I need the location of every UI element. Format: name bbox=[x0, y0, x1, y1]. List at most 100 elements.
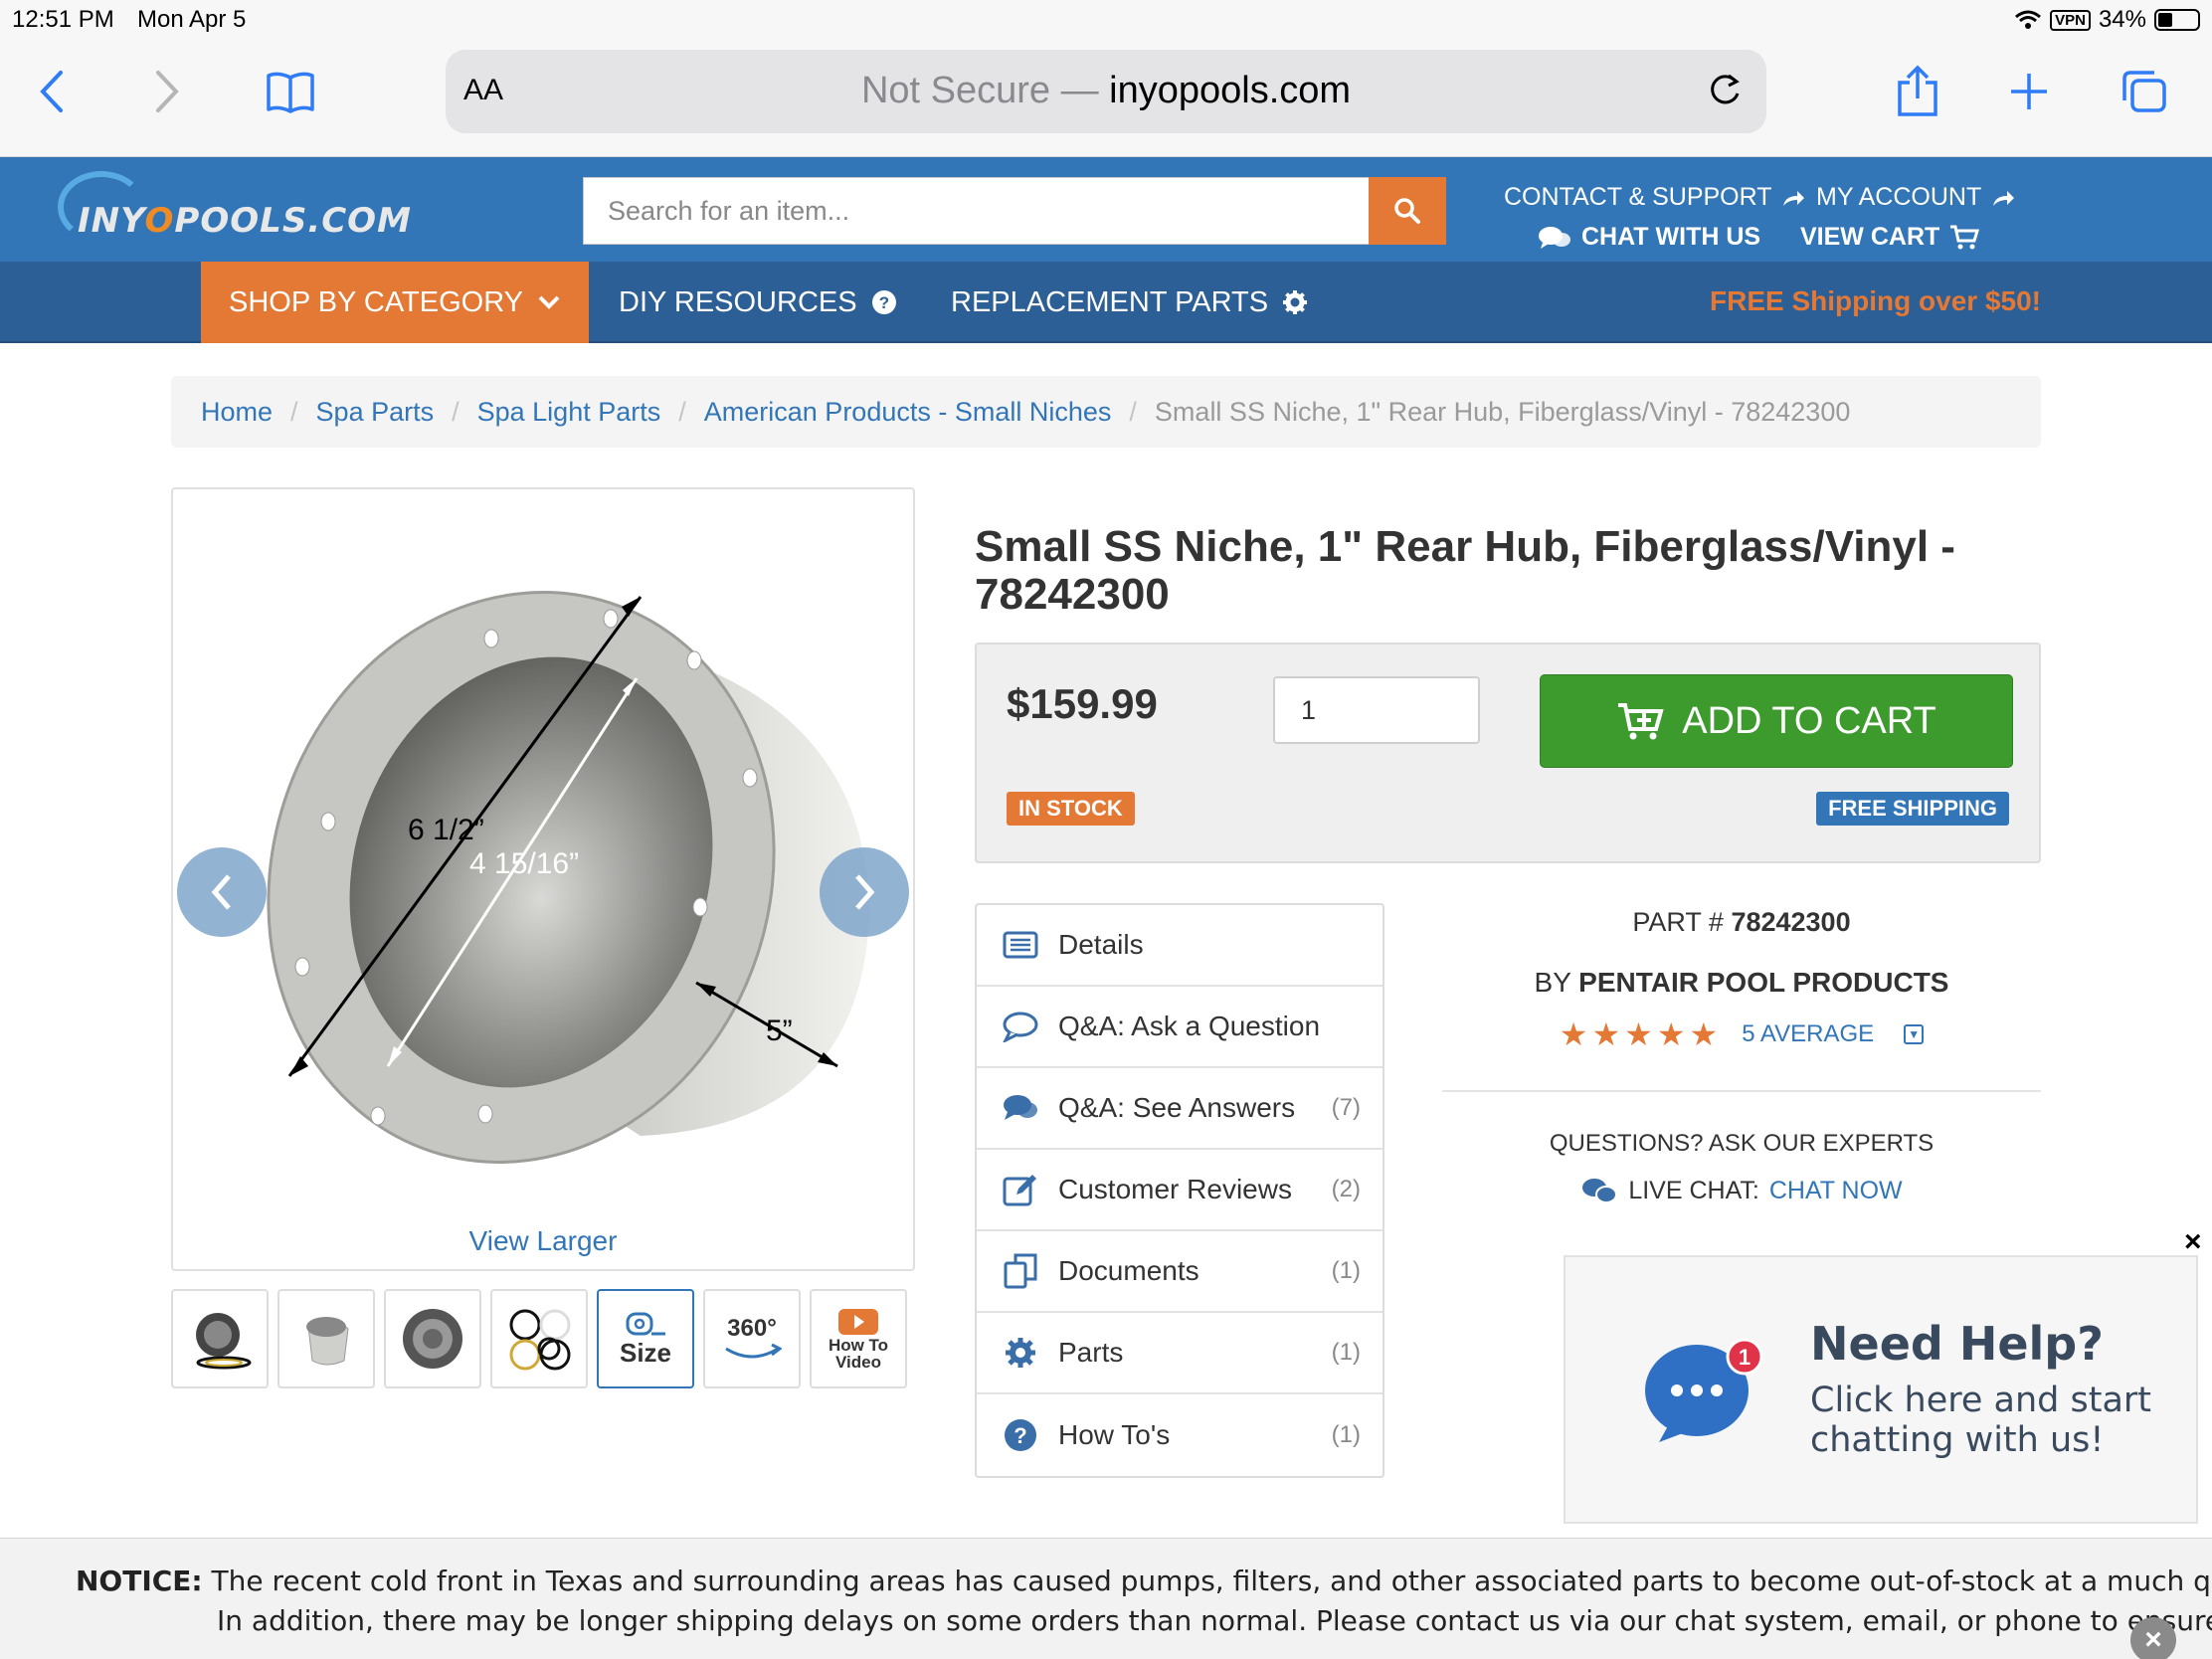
dimension-inner-label: 4 15/16” bbox=[469, 847, 579, 880]
help-widget-close-button[interactable]: × bbox=[2184, 1225, 2202, 1259]
thumbnail-2[interactable] bbox=[277, 1289, 375, 1388]
documents-icon bbox=[1001, 1251, 1040, 1291]
video-play-icon bbox=[838, 1309, 878, 1335]
howto-label-line1: How To bbox=[828, 1336, 889, 1355]
breadcrumb-spa-parts[interactable]: Spa Parts bbox=[316, 397, 435, 428]
search-form bbox=[583, 177, 1446, 245]
reload-icon[interactable] bbox=[1705, 70, 1745, 114]
rating-average-link[interactable]: 5 AVERAGE bbox=[1742, 1020, 1874, 1048]
edit-icon bbox=[1001, 1170, 1040, 1209]
breadcrumb-current: Small SS Niche, 1" Rear Hub, Fiberglass/… bbox=[1154, 396, 1851, 427]
thumbnail-size[interactable]: Size bbox=[597, 1289, 694, 1388]
question-circle-icon: ? bbox=[1001, 1415, 1040, 1455]
chat-bubbles-icon bbox=[1539, 226, 1570, 249]
comments-icon bbox=[1001, 1088, 1040, 1128]
battery-icon bbox=[2154, 9, 2200, 31]
notice-close-button[interactable]: × bbox=[2130, 1617, 2176, 1659]
chevron-right-icon bbox=[855, 874, 875, 910]
howto-label-line2: Video bbox=[835, 1353, 881, 1372]
bookmarks-icon[interactable] bbox=[261, 64, 320, 119]
url-text[interactable]: Not Secure — inyopools.com bbox=[446, 70, 1766, 112]
back-icon[interactable] bbox=[22, 64, 82, 119]
dimension-outer-label: 6 1/2” bbox=[408, 814, 484, 846]
brand-link[interactable]: PENTAIR POOL PRODUCTS bbox=[1578, 967, 1948, 998]
question-circle-icon: ? bbox=[871, 290, 896, 314]
carousel-next-button[interactable] bbox=[820, 847, 909, 937]
nav-shop-by-category[interactable]: SHOP BY CATEGORY bbox=[201, 262, 589, 343]
share-icon[interactable] bbox=[1888, 64, 1947, 119]
share-arrow-icon bbox=[1783, 190, 1805, 206]
list-icon bbox=[1001, 925, 1040, 965]
svg-text:?: ? bbox=[1014, 1423, 1026, 1448]
contact-support-link[interactable]: CONTACT & SUPPORT bbox=[1504, 183, 1805, 212]
new-tab-icon[interactable] bbox=[1999, 64, 2059, 119]
thumbnail-1[interactable] bbox=[171, 1289, 269, 1388]
battery-percent: 34% bbox=[2098, 6, 2146, 33]
add-to-cart-button[interactable]: ADD TO CART bbox=[1540, 674, 2013, 768]
status-time: 12:51 PM bbox=[12, 6, 114, 33]
buy-box: $159.99 ADD TO CART IN STOCK FREE SHIPPI… bbox=[975, 643, 2041, 863]
forward-icon[interactable] bbox=[137, 64, 197, 119]
cog-icon bbox=[1001, 1333, 1040, 1373]
thumbnail-howto-video[interactable]: How To Video bbox=[810, 1289, 907, 1388]
free-shipping-promo[interactable]: FREE Shipping over $50! bbox=[1710, 285, 2041, 317]
gear-icon bbox=[1283, 290, 1308, 314]
product-tabs: Details Q&A: Ask a Question Q&A: See Ans… bbox=[975, 903, 1384, 1478]
address-bar[interactable]: AA Not Secure — inyopools.com bbox=[446, 50, 1766, 133]
product-title: Small SS Niche, 1" Rear Hub, Fiberglass/… bbox=[975, 522, 1955, 619]
nav-replacement-parts[interactable]: REPLACEMENT PARTS bbox=[951, 262, 1308, 343]
carousel-prev-button[interactable] bbox=[177, 847, 267, 937]
ruler-icon bbox=[626, 1312, 665, 1335]
search-button[interactable] bbox=[1369, 177, 1446, 245]
my-account-link[interactable]: MY ACCOUNT bbox=[1816, 183, 2015, 212]
thumbnail-3[interactable] bbox=[384, 1289, 481, 1388]
tab-details[interactable]: Details bbox=[977, 905, 1382, 987]
chat-now-link[interactable]: CHAT NOW bbox=[1769, 1177, 1903, 1205]
thumbnail-4[interactable] bbox=[490, 1289, 588, 1388]
product-price: $159.99 bbox=[1007, 680, 1158, 727]
thumbnail-360[interactable]: 360° bbox=[703, 1289, 801, 1388]
chat-with-us-link[interactable]: CHAT WITH US bbox=[1538, 223, 1760, 252]
view-cart-link[interactable]: VIEW CART bbox=[1800, 223, 1980, 252]
dimension-depth-label: 5” bbox=[766, 1014, 793, 1047]
tab-qa-answers[interactable]: Q&A: See Answers (7) bbox=[977, 1068, 1382, 1150]
ask-experts-heading: QUESTIONS? ASK OUR EXPERTS bbox=[1549, 1130, 1935, 1157]
thumbnail-strip: Size 360° How To Video bbox=[171, 1289, 907, 1388]
tab-qa-ask[interactable]: Q&A: Ask a Question bbox=[977, 987, 1382, 1068]
tab-parts[interactable]: Parts (1) bbox=[977, 1313, 1382, 1394]
status-indicators: VPN 34% bbox=[2014, 6, 2200, 34]
breadcrumb-american-products[interactable]: American Products - Small Niches bbox=[704, 397, 1112, 428]
browser-toolbar: AA Not Secure — inyopools.com bbox=[0, 40, 2212, 157]
tab-customer-reviews[interactable]: Customer Reviews (2) bbox=[977, 1150, 1382, 1231]
caret-down-box-icon[interactable]: ▼ bbox=[1904, 1024, 1925, 1044]
help-chat-widget[interactable]: 1 Need Help? Click here and start chatti… bbox=[1564, 1255, 2198, 1524]
help-title: Need Help? bbox=[1810, 1317, 2104, 1371]
nav-diy-resources[interactable]: DIY RESOURCES ? bbox=[619, 262, 897, 343]
chat-bubble-icon: 1 bbox=[1645, 1338, 1763, 1442]
star-icon: ★ bbox=[1559, 1016, 1588, 1052]
breadcrumb-home[interactable]: Home bbox=[201, 397, 273, 428]
brand: BY PENTAIR POOL PRODUCTS bbox=[1534, 967, 1949, 998]
search-input[interactable] bbox=[583, 177, 1369, 245]
product-image-gallery: 6 1/2” 4 15/16” 5” View Larger bbox=[171, 487, 915, 1271]
svg-text:?: ? bbox=[878, 293, 888, 312]
star-icon: ★ bbox=[1624, 1016, 1653, 1052]
chevron-left-icon bbox=[211, 874, 231, 910]
site-logo[interactable]: INYOPOOLS.COM bbox=[58, 167, 411, 255]
tab-how-tos[interactable]: ? How To's (1) bbox=[977, 1394, 1382, 1476]
view-larger-link[interactable]: View Larger bbox=[173, 1225, 913, 1257]
share-arrow-icon bbox=[1993, 190, 2015, 206]
cart-plus-icon bbox=[1618, 703, 1664, 740]
star-icon: ★ bbox=[1689, 1016, 1719, 1052]
tabs-overview-icon[interactable] bbox=[2115, 64, 2174, 119]
product-image[interactable]: 6 1/2” 4 15/16” 5” bbox=[173, 489, 913, 1205]
search-icon bbox=[1394, 198, 1420, 224]
vpn-badge: VPN bbox=[2050, 9, 2091, 31]
rating: ★ ★ ★ ★ ★ 5 AVERAGE ▼ bbox=[1442, 1018, 2041, 1050]
url-host: inyopools.com bbox=[1109, 70, 1352, 111]
wechat-bubbles-icon bbox=[1582, 1179, 1618, 1203]
tab-documents[interactable]: Documents (1) bbox=[977, 1231, 1382, 1313]
chevron-down-icon bbox=[538, 295, 560, 309]
quantity-input[interactable] bbox=[1273, 676, 1480, 744]
breadcrumb-spa-light-parts[interactable]: Spa Light Parts bbox=[477, 397, 661, 428]
